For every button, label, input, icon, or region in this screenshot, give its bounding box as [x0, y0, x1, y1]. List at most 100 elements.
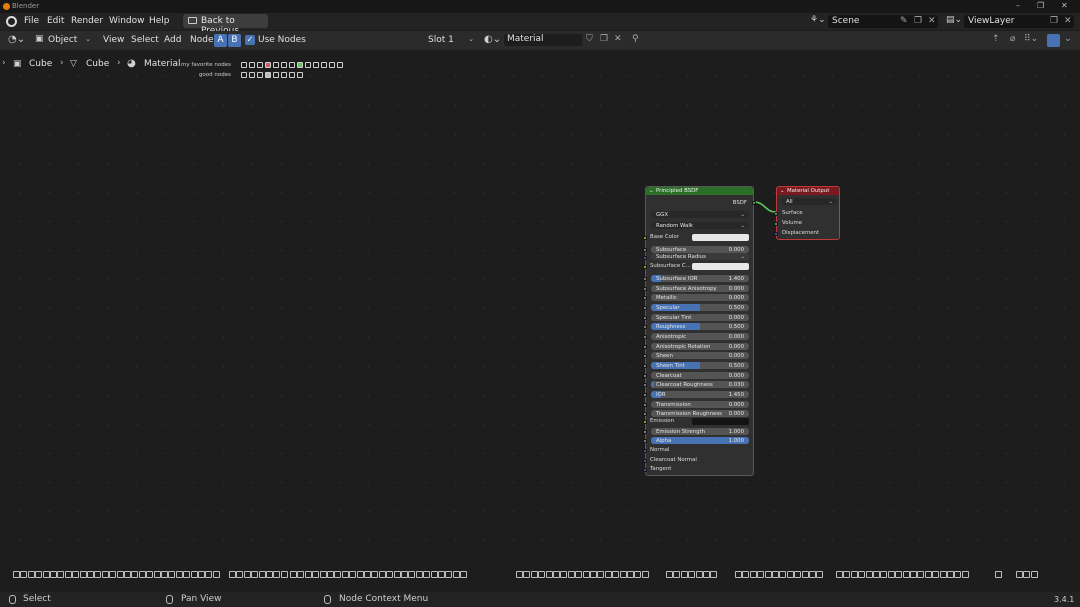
node-type-icon[interactable] [161, 571, 168, 578]
subsurface-radius-socket[interactable] [643, 256, 647, 260]
node-type-icon[interactable] [836, 571, 843, 578]
float-input-socket[interactable] [643, 403, 647, 407]
node-type-icon[interactable] [772, 571, 779, 578]
node-type-icon[interactable] [124, 571, 131, 578]
node-type-icon[interactable] [72, 571, 80, 578]
node-type-icon[interactable] [64, 571, 72, 578]
node-type-icon[interactable] [932, 571, 940, 578]
node-type-icon[interactable] [666, 571, 673, 578]
subsurface-color-swatch[interactable] [692, 263, 749, 270]
node-type-icon[interactable] [50, 571, 57, 578]
node-type-icon[interactable] [619, 571, 627, 578]
subsurface-color-socket[interactable] [643, 265, 647, 269]
float-input-socket[interactable] [643, 393, 647, 397]
node-type-icon[interactable] [880, 571, 888, 578]
float-input-slider[interactable]: Specular 0.500 [651, 304, 749, 311]
float-input-socket[interactable] [643, 296, 647, 300]
tangent-socket[interactable] [643, 468, 647, 472]
node-type-icon[interactable] [545, 571, 553, 578]
node-type-icon[interactable] [430, 571, 438, 578]
node-type-icon[interactable] [251, 571, 259, 578]
node-type-icon[interactable] [809, 571, 816, 578]
node-type-icon[interactable] [297, 571, 305, 578]
float-input-slider[interactable]: Roughness 0.500 [651, 323, 749, 330]
node-type-icon[interactable] [13, 571, 20, 578]
node-type-icon[interactable] [109, 571, 117, 578]
float-input-slider[interactable]: Subsurface Anisotropy 0.000 [651, 285, 749, 292]
node-type-icon[interactable] [673, 571, 681, 578]
node-type-icon[interactable] [304, 571, 312, 578]
float-input-socket[interactable] [643, 316, 647, 320]
node-type-icon[interactable] [183, 571, 191, 578]
float-input-slider[interactable]: Transmission 0.000 [651, 401, 749, 408]
float-input-socket[interactable] [643, 345, 647, 349]
node-type-icon[interactable] [205, 571, 213, 578]
collapse-chevron-icon[interactable]: ⌄ [649, 188, 654, 194]
node-type-icon[interactable] [538, 571, 546, 578]
displacement-socket[interactable] [774, 232, 778, 236]
node-type-icon[interactable] [229, 571, 236, 578]
float-input-socket[interactable] [643, 364, 647, 368]
node-type-icon[interactable] [138, 571, 146, 578]
node-type-icon[interactable] [334, 571, 342, 578]
node-type-icon[interactable] [266, 571, 273, 578]
node-type-icon[interactable] [312, 571, 320, 578]
output-target-dropdown[interactable]: All ⌄ [781, 198, 837, 205]
node-type-icon[interactable] [393, 571, 401, 578]
float-input-slider[interactable]: Specular Tint 0.000 [651, 314, 749, 321]
node-type-icon[interactable] [364, 571, 371, 578]
volume-socket[interactable] [774, 222, 778, 226]
node-type-icon[interactable] [910, 571, 917, 578]
node-type-icon[interactable] [688, 571, 696, 578]
normal-socket[interactable] [643, 449, 647, 453]
node-type-icon[interactable] [634, 571, 642, 578]
node-type-icon[interactable] [1016, 571, 1023, 578]
subsurface-radius-row[interactable]: Subsurface Radius ⌄ [651, 253, 749, 260]
node-type-icon[interactable] [887, 571, 895, 578]
node-type-icon[interactable] [401, 571, 408, 578]
node-type-icon[interactable] [590, 571, 597, 578]
float-input-socket[interactable] [643, 248, 647, 252]
node-type-icon[interactable] [349, 571, 357, 578]
node-type-icon[interactable] [1023, 571, 1031, 578]
node-type-icon[interactable] [27, 571, 35, 578]
float-input-socket[interactable] [643, 354, 647, 358]
node-type-icon[interactable] [415, 571, 423, 578]
node-type-icon[interactable] [319, 571, 327, 578]
emission-socket[interactable] [643, 420, 647, 424]
node-type-icon[interactable] [290, 571, 297, 578]
node-type-icon[interactable] [94, 571, 102, 578]
float-input-slider[interactable]: Sheen Tint 0.500 [651, 362, 749, 369]
float-input-slider[interactable]: Sheen 0.000 [651, 352, 749, 359]
node-type-icon[interactable] [895, 571, 903, 578]
node-type-icon[interactable] [939, 571, 947, 578]
node-type-icon[interactable] [378, 571, 386, 578]
node-type-icon[interactable] [582, 571, 590, 578]
emission-strength-socket[interactable] [643, 430, 647, 434]
float-input-slider[interactable]: Clearcoat 0.000 [651, 372, 749, 379]
float-input-slider[interactable]: Subsurface 0.000 [651, 246, 749, 253]
node-type-icon[interactable] [567, 571, 575, 578]
base-color-swatch[interactable] [692, 234, 749, 241]
float-input-socket[interactable] [643, 287, 647, 291]
bsdf-to-surface-link[interactable] [753, 201, 777, 213]
float-input-socket[interactable] [643, 325, 647, 329]
node-type-icon[interactable] [873, 571, 880, 578]
alpha-slider[interactable]: Alpha 1.000 [651, 437, 749, 444]
node-type-icon[interactable] [749, 571, 757, 578]
float-input-slider[interactable]: Anisotropic 0.000 [651, 333, 749, 340]
float-input-slider[interactable]: IOR 1.450 [651, 391, 749, 398]
float-input-slider[interactable]: Metallic 0.000 [651, 294, 749, 301]
node-type-icon[interactable] [258, 571, 266, 578]
node-type-icon[interactable] [87, 571, 94, 578]
node-type-icon[interactable] [243, 571, 251, 578]
node-type-icon[interactable] [597, 571, 605, 578]
node-type-icon[interactable] [116, 571, 124, 578]
node-type-icon[interactable] [865, 571, 873, 578]
alpha-socket[interactable] [643, 439, 647, 443]
surface-socket[interactable] [774, 212, 778, 216]
node-type-icon[interactable] [560, 571, 568, 578]
node-type-icon[interactable] [735, 571, 742, 578]
node-type-icon[interactable] [438, 571, 445, 578]
float-input-socket[interactable] [643, 277, 647, 281]
